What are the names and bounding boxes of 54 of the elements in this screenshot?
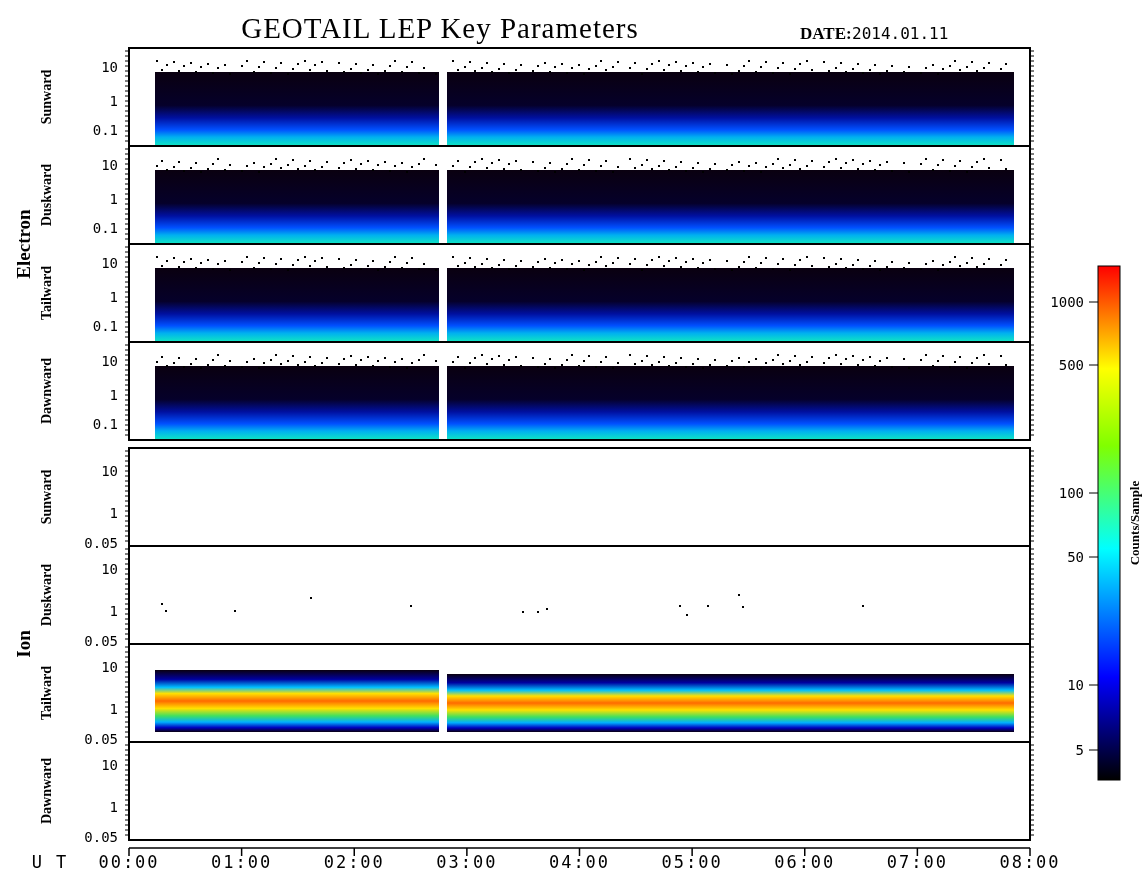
x-tick-label: 07:00 [886,852,948,872]
x-tick-label: 05:00 [661,852,723,872]
panel-label: Duskward [39,163,54,227]
y-tick-label: 1 [109,701,118,717]
y-tick-label: 1 [109,505,118,521]
y-tick-label: 0.1 [92,122,118,138]
x-tick-label: 06:00 [774,852,836,872]
panel-label: Tailward [39,666,54,720]
y-tick-label: 1 [109,93,118,109]
colorbar-tick-label: 5 [1075,742,1084,758]
y-tick-label: 0.05 [84,535,118,551]
x-tick-label: 01:00 [211,852,273,872]
y-tick-label: 0.05 [84,731,118,747]
y-tick-label: 10 [101,59,118,75]
panel-label: Dawnward [39,357,54,425]
y-tick-label: 0.1 [92,416,118,432]
panel-label: Tailward [39,266,54,320]
panel-label: Duskward [39,563,54,627]
group-label: Electron [13,209,34,279]
x-axis-label: U T [31,852,69,872]
y-tick-label: 1 [109,799,118,815]
x-tick-label: 04:00 [548,852,611,872]
panel-label: Sunward [39,69,54,125]
y-tick-label: 10 [101,157,118,173]
y-tick-label: 10 [101,659,118,675]
y-tick-label: 0.05 [84,633,118,649]
y-tick-label: 1 [109,387,118,403]
y-tick-label: 10 [101,561,118,577]
y-tick-label: 0.1 [92,318,118,334]
y-tick-label: 1 [109,603,118,619]
x-tick-label: 00:00 [98,852,160,872]
colorbar-tick-label: 1000 [1050,294,1084,310]
plot-title: GEOTAIL LEP Key Parameters [241,12,639,44]
y-tick-label: 1 [109,289,118,305]
y-tick-label: 0.05 [84,829,118,845]
y-tick-label: 10 [101,463,118,479]
y-tick-label: 10 [101,255,118,271]
colorbar-tick-label: 10 [1067,677,1084,693]
x-tick-label: 03:00 [436,852,498,872]
y-tick-label: 0.1 [92,220,118,236]
colorbar-tick-label: 50 [1067,549,1084,565]
colorbar-tick-label: 500 [1058,357,1084,373]
y-tick-label: 10 [101,757,118,773]
x-tick-label: 02:00 [323,852,385,872]
panel-label: Dawnward [39,757,54,825]
colorbar-label: Counts/Sample [1127,480,1142,566]
x-tick-label: 08:00 [999,852,1061,872]
group-label: Ion [13,630,34,658]
colorbar-tick-label: 100 [1058,485,1084,501]
panel-label: Sunward [39,469,54,525]
y-tick-label: 1 [109,191,118,207]
date-value: 2014.01.11 [852,24,949,43]
y-tick-label: 10 [101,353,118,369]
date-label: DATE: [800,24,852,43]
